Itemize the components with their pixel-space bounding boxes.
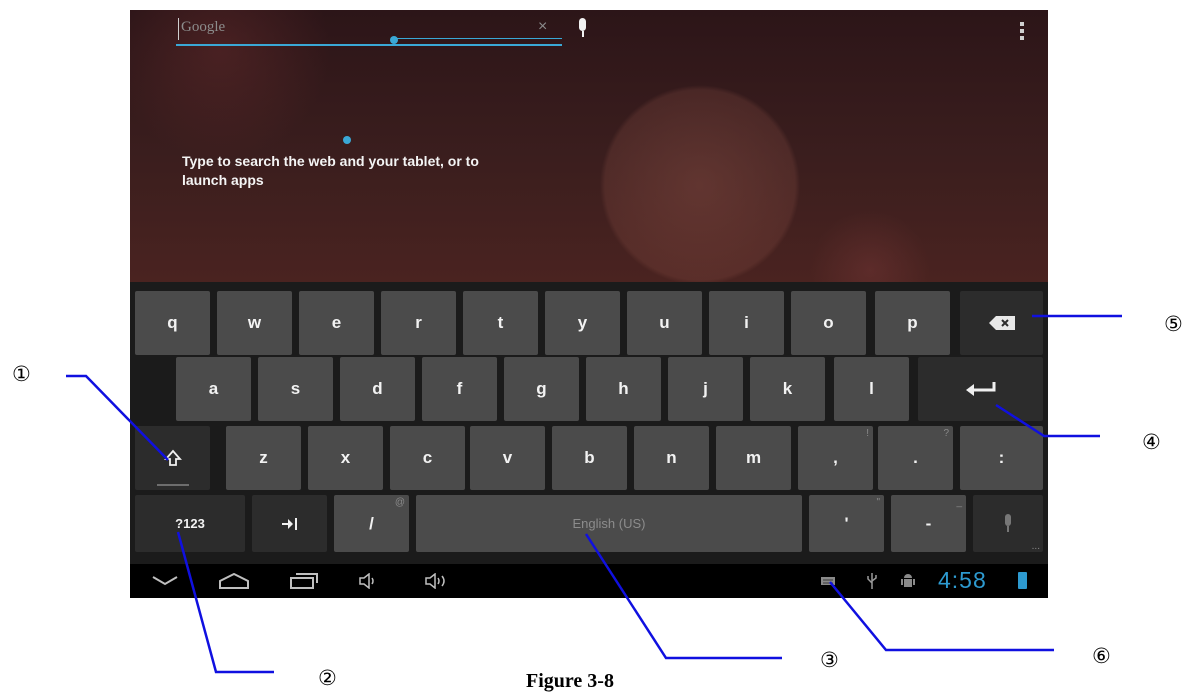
annotation-number-1: ① (12, 362, 31, 386)
annotation-number-6: ⑥ (1092, 644, 1111, 668)
annotation-line-4 (995, 403, 1100, 438)
annotation-number-3: ③ (820, 648, 839, 672)
figure-caption: Figure 3-8 (526, 670, 614, 692)
annotation-number-2: ② (318, 666, 337, 690)
annotation-number-5: ⑤ (1164, 312, 1183, 336)
annotation-number-4: ④ (1142, 430, 1161, 454)
annotation-line-2 (176, 531, 274, 674)
annotation-line-6 (829, 581, 1054, 652)
annotation-lines (66, 314, 1122, 674)
annotation-line-3 (584, 533, 782, 660)
annotation-line-1 (66, 374, 169, 461)
